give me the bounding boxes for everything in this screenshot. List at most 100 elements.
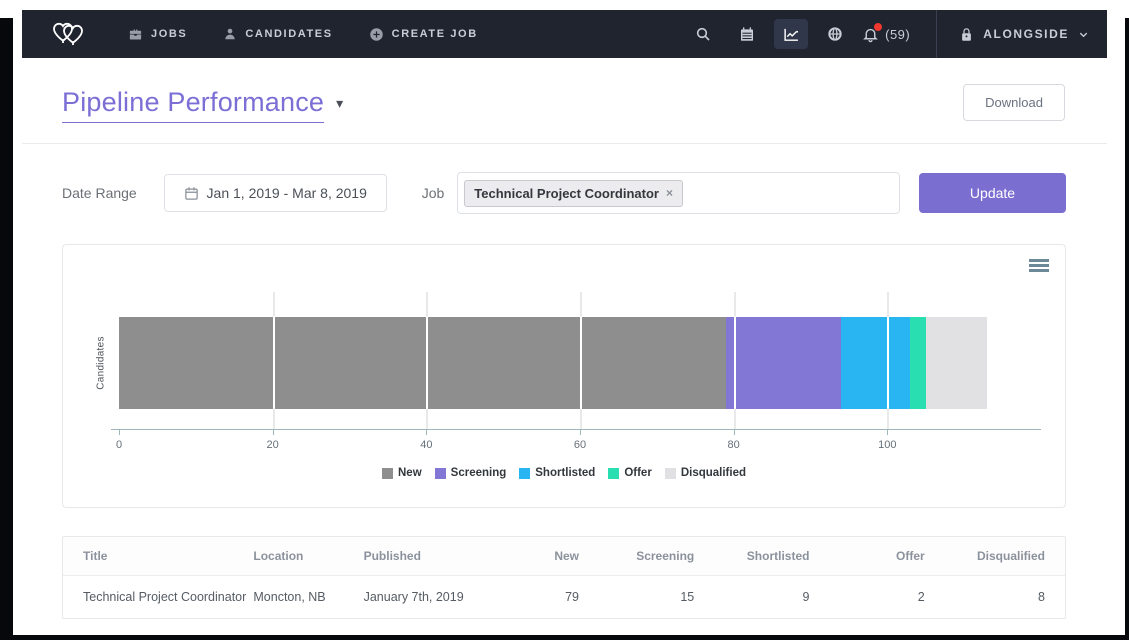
nav-item-create-job[interactable]: CREATE JOB xyxy=(369,27,478,42)
nav-item-label: CANDIDATES xyxy=(245,28,332,40)
chart-legend: New Screening Shortlisted Offer Disqualified xyxy=(63,467,1065,479)
bar-segment-disqualified[interactable] xyxy=(926,317,987,409)
tick-mark xyxy=(273,430,274,435)
navbar-right: (59) ALONGSIDE xyxy=(676,10,1089,58)
frame-left xyxy=(0,18,13,640)
table-cell: 15 xyxy=(579,576,694,619)
legend-label: Offer xyxy=(624,467,651,479)
column-header-shortlisted: Shortlisted xyxy=(694,537,809,576)
bell-wrap xyxy=(862,26,879,43)
job-tag-chip: Technical Project Coordinator × xyxy=(464,180,683,207)
plus-circle-icon xyxy=(369,27,384,42)
date-range-label: Date Range xyxy=(62,185,137,201)
column-header-offer: Offer xyxy=(809,537,924,576)
alongside-logo[interactable] xyxy=(48,18,88,50)
update-button[interactable]: Update xyxy=(919,173,1066,213)
remove-tag-icon[interactable]: × xyxy=(666,186,673,200)
column-header-title: Title xyxy=(63,537,253,576)
nav-item-label: CREATE JOB xyxy=(392,28,478,40)
legend-swatch xyxy=(519,468,530,479)
table-cell: 9 xyxy=(694,576,809,619)
column-header-location: Location xyxy=(253,537,363,576)
table-header-row: TitleLocationPublishedNewScreeningShortl… xyxy=(63,537,1065,576)
navbar-divider xyxy=(936,10,937,58)
job-label: Job xyxy=(422,185,445,201)
hearts-logo-icon xyxy=(48,18,88,50)
gridline xyxy=(734,292,736,429)
legend-item-offer[interactable]: Offer xyxy=(608,467,651,479)
bar-segment-new[interactable] xyxy=(119,317,726,409)
notification-dot xyxy=(874,23,882,31)
bar-segment-shortlisted[interactable] xyxy=(841,317,910,409)
page-title[interactable]: Pipeline Performance▾ xyxy=(62,87,343,118)
account-menu[interactable]: ALONGSIDE xyxy=(959,27,1089,42)
calendar-icon xyxy=(184,186,199,201)
nav-item-jobs[interactable]: JOBS xyxy=(128,27,187,42)
column-header-published: Published xyxy=(364,537,489,576)
column-header-new: New xyxy=(489,537,579,576)
results-table: TitleLocationPublishedNewScreeningShortl… xyxy=(63,537,1065,618)
chevron-down-icon xyxy=(1078,29,1089,40)
gridline xyxy=(580,292,582,429)
title-caret-icon[interactable]: ▾ xyxy=(336,95,343,112)
frame-right xyxy=(1125,18,1129,640)
tick-label: 60 xyxy=(574,439,586,451)
bar-segment-screening[interactable] xyxy=(726,317,841,409)
calendar-button[interactable] xyxy=(730,19,764,49)
table-cell: Moncton, NB xyxy=(253,576,363,619)
search-button[interactable] xyxy=(686,19,720,49)
download-button[interactable]: Download xyxy=(963,84,1065,121)
legend-item-disqualified[interactable]: Disqualified xyxy=(665,467,746,479)
legend-swatch xyxy=(665,468,676,479)
chart-line-icon xyxy=(783,26,800,43)
lock-icon xyxy=(959,27,974,42)
person-icon xyxy=(223,27,237,41)
gridline xyxy=(273,292,275,429)
top-navbar: JOBS CANDIDATES CREATE JOB xyxy=(22,10,1107,58)
legend-item-new[interactable]: New xyxy=(382,467,422,479)
date-range-value: Jan 1, 2019 - Mar 8, 2019 xyxy=(207,185,367,201)
page-title-text: Pipeline Performance xyxy=(62,87,324,123)
job-select-input[interactable]: Technical Project Coordinator × xyxy=(457,172,900,214)
tick-label: 20 xyxy=(267,439,279,451)
legend-label: New xyxy=(398,467,422,479)
chart-ylabel: Candidates xyxy=(96,336,107,390)
search-icon xyxy=(695,26,711,42)
table-cell: 79 xyxy=(489,576,579,619)
job-tag-text: Technical Project Coordinator xyxy=(474,186,659,201)
tick-label: 0 xyxy=(116,439,122,451)
table-cell: 2 xyxy=(809,576,924,619)
reports-button[interactable] xyxy=(774,19,808,49)
table-cell: Technical Project Coordinator xyxy=(63,576,253,619)
legend-item-shortlisted[interactable]: Shortlisted xyxy=(519,467,595,479)
gridline xyxy=(887,292,889,429)
notifications-button[interactable]: (59) xyxy=(862,19,910,49)
legend-label: Shortlisted xyxy=(535,467,595,479)
table-cell: 8 xyxy=(925,576,1065,619)
date-range-input[interactable]: Jan 1, 2019 - Mar 8, 2019 xyxy=(164,174,387,212)
x-axis-line xyxy=(111,429,1041,430)
briefcase-icon xyxy=(128,27,143,42)
legend-swatch xyxy=(608,468,619,479)
globe-button[interactable] xyxy=(818,19,852,49)
globe-icon xyxy=(827,26,843,42)
legend-item-screening[interactable]: Screening xyxy=(435,467,507,479)
nav-item-candidates[interactable]: CANDIDATES xyxy=(223,27,332,41)
notification-count: (59) xyxy=(885,27,910,42)
column-header-disqualified: Disqualified xyxy=(925,537,1065,576)
column-header-screening: Screening xyxy=(579,537,694,576)
gridline xyxy=(426,292,428,429)
calendar-icon xyxy=(739,26,755,42)
bar-segment-offer[interactable] xyxy=(910,317,925,409)
table-row[interactable]: Technical Project CoordinatorMoncton, NB… xyxy=(63,576,1065,619)
legend-label: Disqualified xyxy=(681,467,746,479)
table-body: Technical Project CoordinatorMoncton, NB… xyxy=(63,576,1065,619)
page-header: Pipeline Performance▾ Download xyxy=(22,58,1107,143)
legend-swatch xyxy=(382,468,393,479)
frame-bottom xyxy=(0,635,1129,640)
tick-label: 40 xyxy=(420,439,432,451)
chart-menu-button[interactable] xyxy=(1029,259,1049,274)
app-window: JOBS CANDIDATES CREATE JOB xyxy=(22,10,1107,619)
tick-mark xyxy=(887,430,888,435)
account-name: ALONGSIDE xyxy=(983,27,1069,41)
